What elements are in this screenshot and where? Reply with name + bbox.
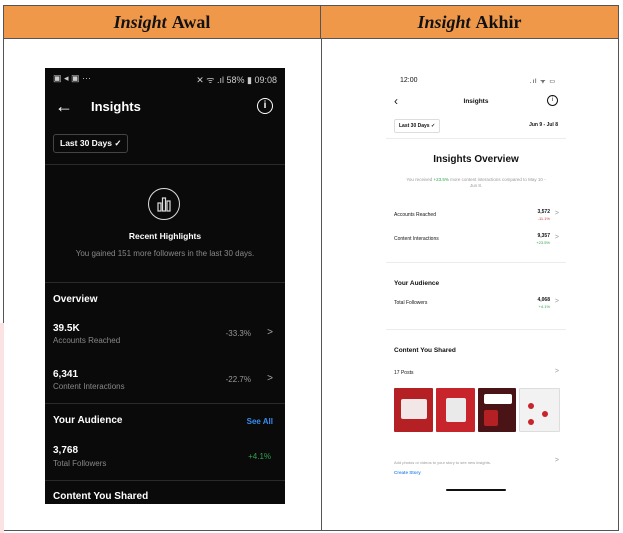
page-title: Insights — [91, 99, 141, 114]
chevron-right-icon[interactable]: > — [267, 327, 273, 338]
content-interactions-change: +23.5% — [536, 240, 550, 245]
accounts-reached-label: Accounts Reached — [394, 212, 436, 218]
see-all-link[interactable]: See All — [247, 417, 273, 426]
page-edge-mark — [0, 323, 4, 533]
divider — [386, 138, 566, 139]
highlights-title: Recent Highlights — [128, 231, 202, 241]
overview-title: Insights Overview — [433, 154, 519, 165]
date-range: Jun 9 - Jul 8 — [529, 122, 558, 128]
content-interactions-value: 6,341 — [53, 369, 79, 380]
audience-heading: Your Audience — [394, 280, 440, 287]
divider — [386, 329, 566, 330]
accounts-reached-change: -11.1% — [537, 216, 550, 221]
content-interactions-label: Content Interactions — [53, 382, 125, 391]
audience-heading: Your Audience — [53, 415, 123, 426]
chevron-right-icon[interactable]: > — [555, 368, 559, 375]
total-followers-label: Total Followers — [53, 459, 107, 468]
info-icon[interactable]: i — [547, 95, 558, 106]
divider — [45, 282, 285, 283]
post-thumbnail[interactable] — [519, 388, 560, 432]
accounts-reached-value: 3,572 — [537, 209, 550, 215]
back-arrow-icon[interactable]: ← — [55, 96, 73, 117]
content-shared-heading: Content You Shared — [53, 491, 149, 502]
chevron-right-icon[interactable]: > — [555, 457, 559, 464]
header-insight-akhir: Insight Akhir — [321, 6, 618, 39]
divider — [45, 403, 285, 404]
status-bar: ▣ ◂ ▣ ··· ✕ ᯤ .ıl 58% ▮ 09:08 — [53, 73, 277, 85]
date-filter-dropdown[interactable]: Last 30 Days ✓ — [394, 119, 441, 133]
total-followers-value: 3,768 — [53, 445, 79, 456]
overview-subtitle: You received +23.5% more content interac… — [406, 177, 546, 188]
content-interactions-change: -22.7% — [225, 375, 251, 384]
create-story-link[interactable]: Create Story — [394, 470, 421, 475]
accounts-reached-value: 39.5K — [53, 323, 80, 334]
accounts-reached-label: Accounts Reached — [53, 336, 121, 345]
chevron-right-icon[interactable]: > — [555, 298, 559, 305]
divider — [45, 164, 285, 165]
content-interactions-value: 9,357 — [537, 233, 550, 239]
home-indicator — [446, 489, 506, 491]
status-icons: .ıl ᯤ ▭ — [529, 79, 556, 85]
post-thumbnail[interactable] — [394, 388, 433, 432]
header-insight-awal: Insight Awal — [4, 6, 321, 39]
total-followers-change: +4.1% — [248, 452, 271, 461]
date-filter-dropdown[interactable]: Last 30 Days ✓ — [53, 134, 129, 153]
highlights-text: You gained 151 more followers in the las… — [75, 249, 255, 258]
add-story-hint: Add photos or videos to your story to se… — [394, 460, 491, 465]
total-followers-change: +4.1% — [538, 304, 550, 309]
post-thumbnail[interactable] — [477, 388, 517, 432]
total-followers-value: 4,068 — [537, 297, 550, 303]
status-time: 12:00 — [400, 77, 418, 84]
insight-awal-screenshot: ▣ ◂ ▣ ··· ✕ ᯤ .ıl 58% ▮ 09:08 ← Insights… — [45, 68, 285, 504]
bar-chart-icon — [148, 188, 180, 220]
total-followers-label: Total Followers — [394, 300, 428, 306]
divider — [45, 480, 285, 481]
posts-count[interactable]: 17 Posts — [394, 370, 413, 376]
divider — [386, 262, 566, 263]
overview-heading: Overview — [53, 294, 98, 305]
column-divider — [321, 39, 322, 530]
accounts-reached-change: -33.3% — [225, 329, 251, 338]
content-shared-heading: Content You Shared — [394, 347, 456, 354]
post-thumbnails — [394, 388, 560, 432]
chevron-right-icon[interactable]: > — [555, 210, 559, 217]
page-title: Insights — [463, 98, 489, 105]
chevron-right-icon[interactable]: > — [555, 234, 559, 241]
insight-akhir-screenshot: 12:00 .ıl ᯤ ▭ ‹ Insights i Last 30 Days … — [386, 74, 566, 492]
chevron-right-icon[interactable]: > — [267, 373, 273, 384]
content-interactions-label: Content Interactions — [394, 236, 439, 242]
info-icon[interactable]: i — [257, 98, 273, 114]
post-thumbnail[interactable] — [435, 388, 475, 432]
top-bar: ← Insights i — [45, 94, 285, 124]
